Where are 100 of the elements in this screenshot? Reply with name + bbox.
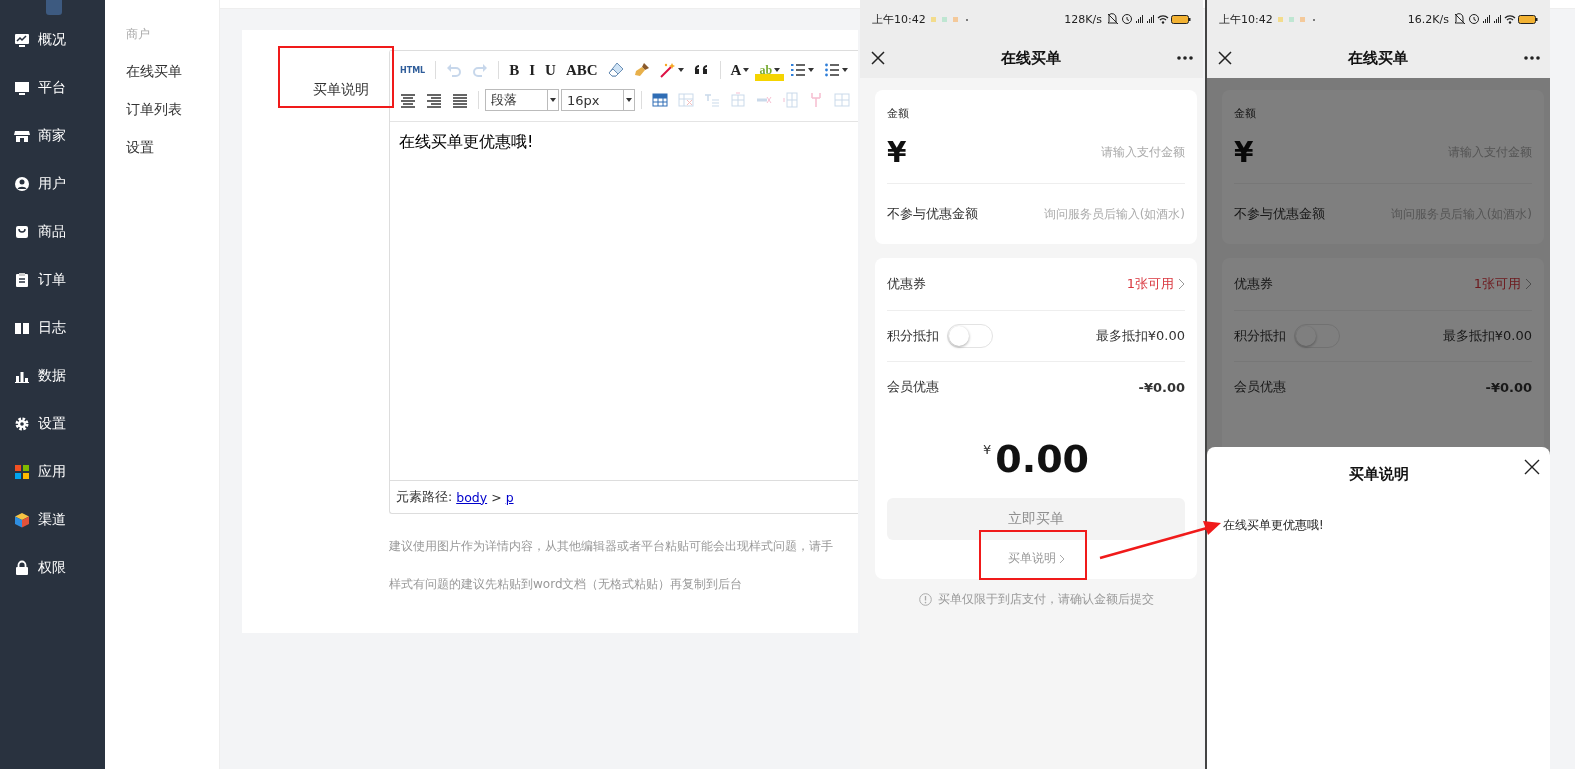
caret-icon: [774, 68, 781, 72]
field-label: 会员优惠: [1234, 378, 1286, 396]
sidebar-item[interactable]: 订单: [0, 256, 105, 304]
close-icon: [1218, 51, 1232, 65]
subnav-link[interactable]: 在线买单: [126, 61, 182, 81]
sidebar-item[interactable]: 渠道: [0, 496, 105, 544]
currency-symbol: ¥: [1234, 135, 1254, 169]
field-value: -¥0.00: [1138, 379, 1185, 395]
sidebar-item[interactable]: 平台: [0, 64, 105, 112]
align-right-icon: [426, 92, 442, 108]
align-left-icon: [400, 92, 416, 108]
caret-icon: [626, 98, 633, 102]
coupon-link[interactable]: 1张可用: [1126, 275, 1185, 293]
close-icon: [1524, 459, 1540, 475]
field-label: 买单说明: [313, 80, 369, 98]
chart-monitor-icon: [14, 32, 30, 48]
network-speed: 16.2K/s: [1407, 12, 1449, 26]
total-amount: 0.00: [995, 438, 1089, 480]
toolbar-button[interactable]: HTML: [396, 59, 430, 81]
monitor-icon: [14, 80, 30, 96]
sidebar-item[interactable]: 设置: [0, 400, 105, 448]
toolbar-button[interactable]: I: [525, 59, 540, 81]
sidebar-item[interactable]: 权限: [0, 544, 105, 592]
field-value: 最多抵扣¥0.00: [1095, 327, 1185, 345]
gear-icon: [14, 416, 30, 432]
more-icon: [1524, 56, 1540, 60]
sidebar-item[interactable]: 商家: [0, 112, 105, 160]
path-link[interactable]: body: [456, 489, 488, 505]
cube-icon: [14, 512, 30, 528]
sidebar-item[interactable]: 日志: [0, 304, 105, 352]
field-label: 会员优惠: [887, 378, 939, 396]
user-icon: [14, 176, 30, 192]
path-label: 元素路径:: [396, 488, 453, 506]
table-icon: [652, 92, 668, 108]
field-label: 积分抵扣: [1234, 327, 1286, 345]
field-label: 不参与优惠金额: [887, 205, 978, 223]
page-title: 在线买单: [1001, 48, 1061, 68]
sidebar-item[interactable]: 数据: [0, 352, 105, 400]
field-label: 不参与优惠金额: [1234, 205, 1325, 223]
notice-text: 买单仅限于到店支付，请确认金额后提交: [937, 591, 1154, 608]
brush-icon: [633, 62, 650, 78]
chevron-right-icon: [1058, 553, 1065, 564]
toggle-switch[interactable]: [1294, 324, 1340, 348]
info-icon: [918, 593, 932, 606]
sidebar-item[interactable]: 应用: [0, 448, 105, 496]
toggle-switch[interactable]: [947, 324, 993, 348]
status-time: 上午10:42: [872, 11, 926, 27]
insert-row-icon: [730, 92, 746, 108]
network-speed: 128K/s: [1064, 12, 1102, 26]
logo-icon: [46, 0, 62, 15]
dropdown-select[interactable]: 段落: [484, 89, 559, 111]
toolbar-button[interactable]: ABC: [561, 59, 602, 81]
store-icon: [14, 128, 30, 144]
field-label: 金额: [887, 106, 909, 121]
sidebar-item[interactable]: 概况: [0, 16, 105, 64]
bag-icon: [14, 224, 30, 240]
grid-icon: [14, 464, 30, 480]
sidebar-item[interactable]: 商品: [0, 208, 105, 256]
currency-symbol: ¥: [982, 442, 992, 457]
clipboard-icon: [14, 272, 30, 288]
status-time: 上午10:42: [1219, 11, 1273, 27]
page-title: 在线买单: [1348, 48, 1408, 68]
toolbar-button[interactable]: A: [726, 59, 754, 81]
book-icon: [14, 320, 30, 336]
split-cells-icon: [834, 92, 850, 108]
toolbar-button[interactable]: B: [505, 59, 524, 81]
undo-icon: [446, 62, 463, 78]
close-icon: [871, 51, 885, 65]
hint-text: 建议使用图片作为详情内容，从其他编辑器或者平台粘贴可能会出现样式问题，请手: [389, 538, 833, 555]
numbered-list-icon: [790, 62, 807, 78]
path-link[interactable]: p: [505, 489, 514, 505]
align-justify-icon: [452, 92, 468, 108]
subnav-link[interactable]: 设置: [126, 137, 154, 157]
field-label: 优惠券: [1234, 275, 1273, 293]
editor-text: 在线买单更优惠哦!: [399, 132, 534, 153]
toolbar-button[interactable]: U: [541, 59, 560, 81]
chevron-right-icon: [1178, 278, 1185, 290]
field-label: 金额: [1234, 106, 1256, 121]
field-label: 优惠券: [887, 275, 926, 293]
sidebar-item[interactable]: 用户: [0, 160, 105, 208]
chevron-right-icon: [1525, 278, 1532, 290]
more-icon: [1177, 56, 1193, 60]
notification-icons-drawing: [1277, 15, 1316, 23]
caret-icon: [842, 68, 849, 72]
bullet-list-icon: [824, 62, 841, 78]
eraser-icon: [607, 62, 624, 78]
wand-icon: [659, 62, 676, 78]
section-heading: 商户: [126, 26, 150, 43]
currency-symbol: ¥: [887, 135, 907, 169]
table-delete-icon: [678, 92, 694, 108]
lock-icon: [14, 560, 30, 576]
field-value: -¥0.00: [1485, 379, 1532, 395]
subnav-link[interactable]: 订单列表: [126, 99, 182, 119]
sheet-title: 买单说明: [1348, 465, 1409, 484]
caret-icon: [550, 98, 556, 102]
caret-icon: [743, 68, 750, 72]
path-separator: >: [491, 489, 502, 505]
dropdown-select[interactable]: 16px: [561, 89, 636, 111]
table-header-icon: [704, 92, 720, 108]
insert-column-icon: [782, 92, 798, 108]
